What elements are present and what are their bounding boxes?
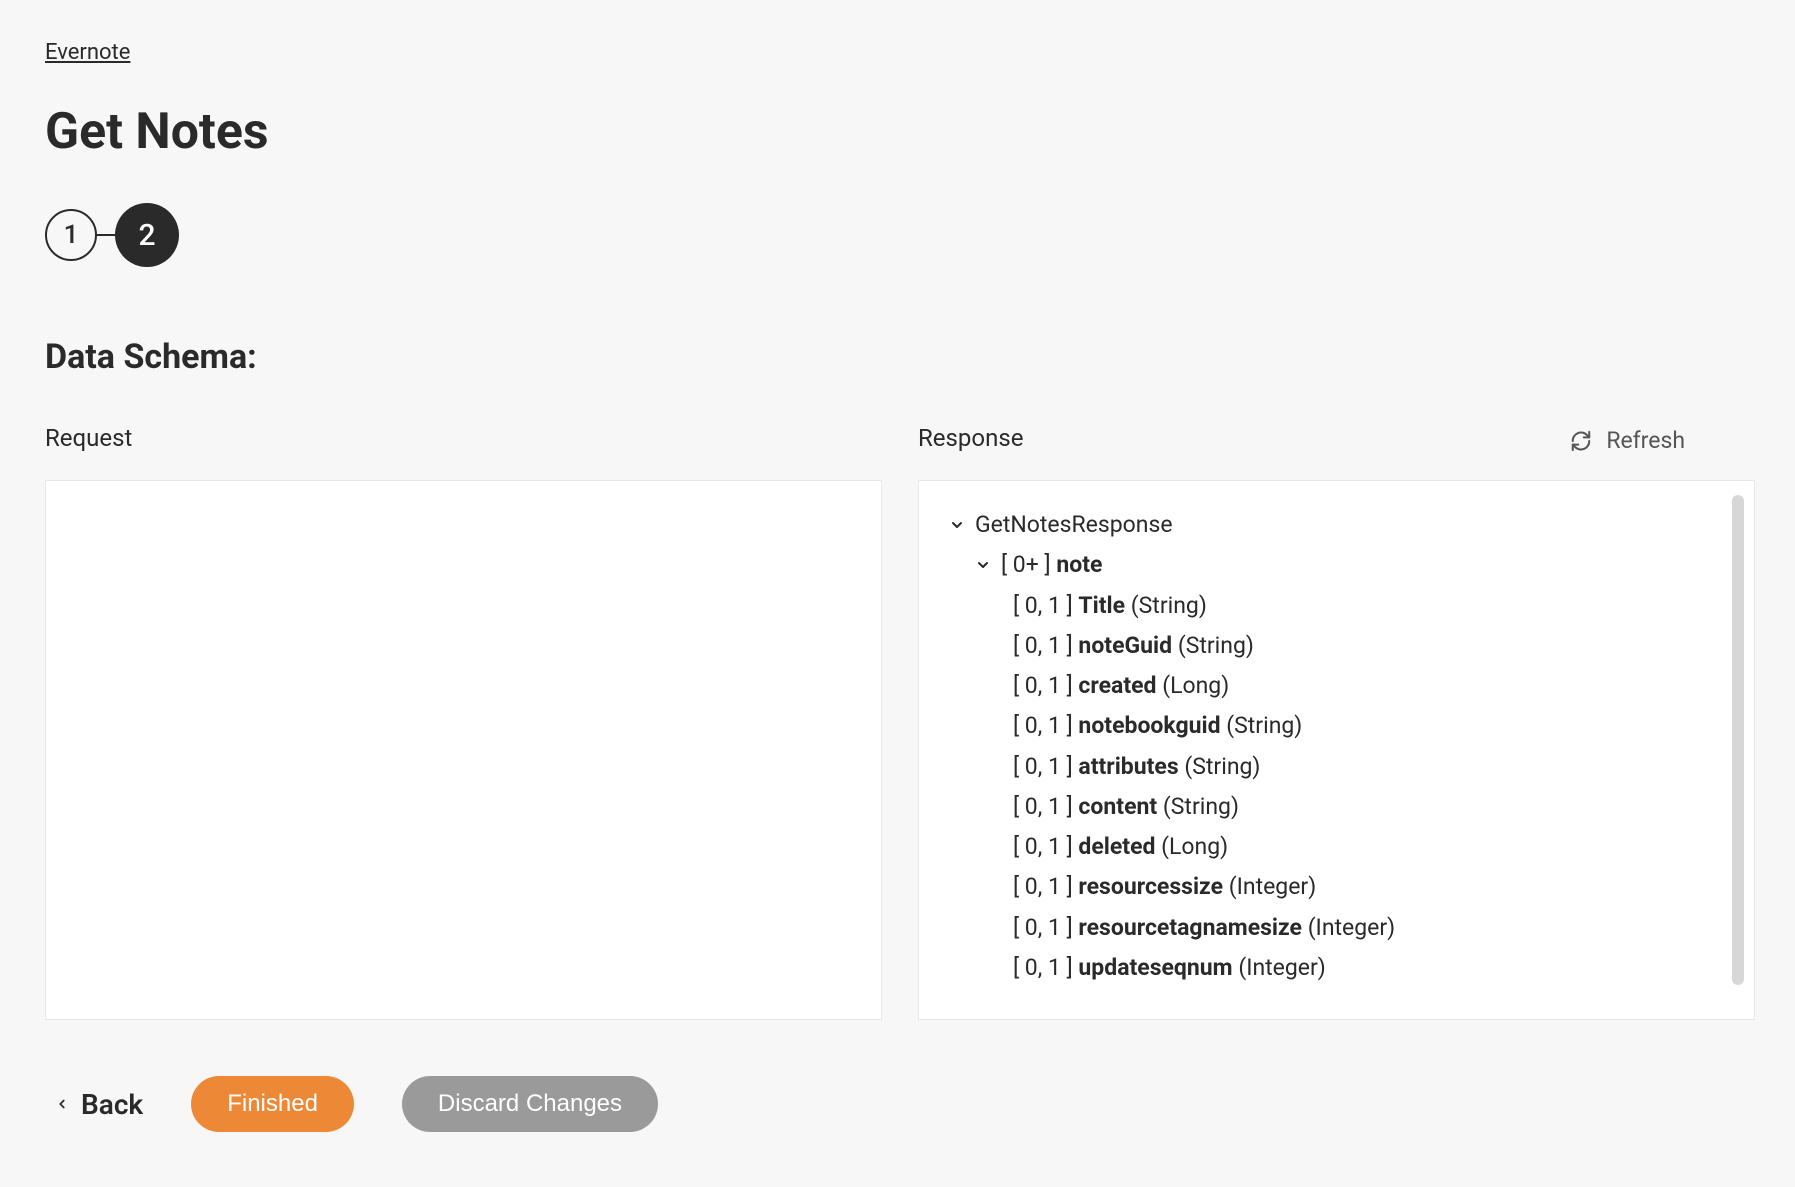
- tree-field-row[interactable]: [ 0, 1 ] resourcetagnamesize (Integer): [949, 908, 1734, 948]
- page-title: Get Notes: [45, 103, 1755, 161]
- request-panel: [45, 480, 882, 1020]
- breadcrumb-evernote[interactable]: Evernote: [45, 40, 130, 65]
- tree-field-type: (String): [1163, 793, 1239, 820]
- tree-field-card: [ 0, 1 ]: [1013, 632, 1073, 659]
- tree-field-type: (Long): [1161, 833, 1228, 860]
- tree-node-root[interactable]: GetNotesResponse: [949, 505, 1734, 545]
- tree-field-card: [ 0, 1 ]: [1013, 954, 1073, 981]
- tree-field-card: [ 0, 1 ]: [1013, 712, 1073, 739]
- tree-field-row[interactable]: [ 0, 1 ] Title (String): [949, 586, 1734, 626]
- chevron-down-icon: [975, 557, 991, 573]
- tree-field-type: (String): [1131, 592, 1207, 619]
- step-1[interactable]: 1: [45, 209, 97, 261]
- tree-field-card: [ 0, 1 ]: [1013, 793, 1073, 820]
- back-label: Back: [81, 1088, 143, 1121]
- tree-field-type: (Long): [1162, 672, 1229, 699]
- tree-field-name: created: [1078, 672, 1156, 699]
- tree-node-note[interactable]: [ 0+ ] note: [949, 545, 1734, 585]
- chevron-down-icon: [949, 517, 965, 533]
- tree-field-row[interactable]: [ 0, 1 ] attributes (String): [949, 747, 1734, 787]
- tree-field-name: resourcetagnamesize: [1078, 914, 1302, 941]
- step-connector: [97, 234, 115, 236]
- tree-field-name: notebookguid: [1078, 712, 1220, 739]
- tree-field-card: [ 0, 1 ]: [1013, 873, 1073, 900]
- tree-field-name: Title: [1078, 592, 1125, 619]
- tree-field-type: (String): [1226, 712, 1302, 739]
- tree-field-row[interactable]: [ 0, 1 ] deleted (Long): [949, 827, 1734, 867]
- request-panel-label: Request: [45, 424, 882, 452]
- tree-field-type: (Integer): [1238, 954, 1325, 981]
- discard-changes-button[interactable]: Discard Changes: [402, 1076, 658, 1132]
- tree-node-note-name: note: [1056, 551, 1102, 578]
- tree-field-row[interactable]: [ 0, 1 ] content (String): [949, 787, 1734, 827]
- tree-field-type: (String): [1178, 632, 1254, 659]
- scrollbar[interactable]: [1732, 495, 1744, 985]
- tree-field-name: updateseqnum: [1078, 954, 1232, 981]
- tree-field-type: (Integer): [1229, 873, 1316, 900]
- tree-field-name: resourcessize: [1078, 873, 1223, 900]
- tree-field-card: [ 0, 1 ]: [1013, 672, 1073, 699]
- chevron-left-icon: [55, 1092, 69, 1116]
- stepper: 1 2: [45, 203, 1755, 267]
- tree-field-card: [ 0, 1 ]: [1013, 753, 1073, 780]
- tree-field-type: (Integer): [1308, 914, 1395, 941]
- section-title-data-schema: Data Schema:: [45, 337, 1755, 377]
- step-2[interactable]: 2: [115, 203, 179, 267]
- tree-field-row[interactable]: [ 0, 1 ] noteGuid (String): [949, 626, 1734, 666]
- tree-field-row[interactable]: [ 0, 1 ] notebookguid (String): [949, 706, 1734, 746]
- finished-button[interactable]: Finished: [191, 1076, 354, 1132]
- tree-field-name: content: [1078, 793, 1157, 820]
- response-panel: GetNotesResponse [ 0+ ] note [ 0, 1 ] Ti…: [918, 480, 1755, 1020]
- tree-field-name: deleted: [1078, 833, 1155, 860]
- response-panel-label: Response: [918, 424, 1755, 452]
- tree-field-card: [ 0, 1 ]: [1013, 592, 1073, 619]
- tree-field-row[interactable]: [ 0, 1 ] resourcessize (Integer): [949, 867, 1734, 907]
- tree-field-row[interactable]: [ 0, 1 ] updateseqnum (Integer): [949, 948, 1734, 988]
- tree-field-row[interactable]: [ 0, 1 ] created (Long): [949, 666, 1734, 706]
- tree-field-card: [ 0, 1 ]: [1013, 914, 1073, 941]
- tree-node-note-card: [ 0+ ]: [1001, 551, 1051, 578]
- tree-field-name: attributes: [1078, 753, 1178, 780]
- back-button[interactable]: Back: [55, 1088, 143, 1121]
- tree-node-root-label: GetNotesResponse: [975, 505, 1173, 545]
- tree-field-card: [ 0, 1 ]: [1013, 833, 1073, 860]
- tree-field-name: noteGuid: [1078, 632, 1172, 659]
- tree-field-type: (String): [1184, 753, 1260, 780]
